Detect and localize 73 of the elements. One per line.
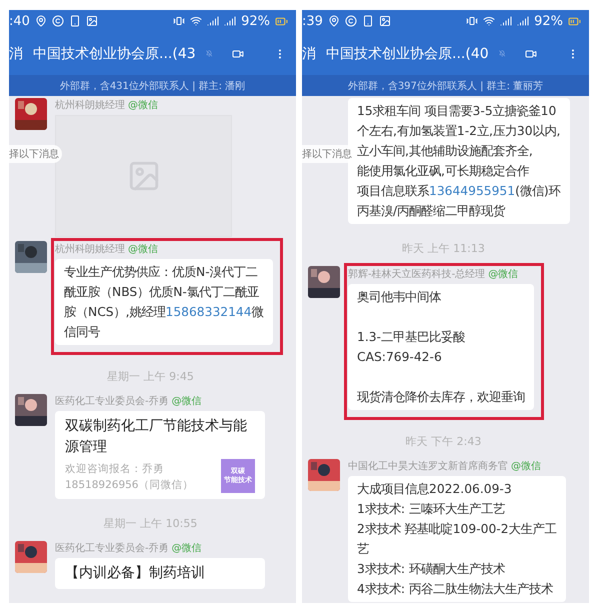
group-info: 外部群，含397位外部联系人 | 群主: 董丽芳 <box>348 80 544 92</box>
wechat-tag: @微信 <box>172 541 202 555</box>
wechat-tag: @微信 <box>128 98 158 112</box>
copyright-icon <box>52 15 64 27</box>
message-bubble[interactable]: 大成项目信息2022.06.09-3 1求技术: 三嗪环大生产工艺 2求技术 羟基吡啶109-00-2大生产工 艺 3求技术: 环磺酮大生产技术 4求技术: 丙谷二肽生物法大生产技术 <box>348 476 566 602</box>
message-text: 项目信息联系13644955951(微信)环 <box>357 183 561 200</box>
card-description: 欢迎咨询报名：乔勇 <box>65 462 165 477</box>
message-bubble[interactable]: 专业生产优势供应：优质N-溴代丁二 酰亚胺（NBS）优质N-氯代丁二酰亚 胺（NCS）,姚经理15868332144微 信同号 <box>55 259 273 345</box>
image-icon <box>378 15 391 27</box>
message-text: 2求技术 羟基吡啶109-00-2大生产工 <box>357 521 557 538</box>
message-text: 胺（NCS）,姚经理15868332144微 <box>64 304 264 321</box>
status-time: :39 <box>302 14 323 28</box>
card-title: 双碳制药化工厂节能技术与能 <box>65 417 248 436</box>
message-text: 酰亚胺（NBS）优质N-氯代丁二酰亚 <box>64 284 260 301</box>
link-card[interactable]: 【内训必备】制药培训 <box>55 558 265 589</box>
sender-name: 医药化工专业委员会-乔勇 <box>55 394 169 408</box>
location-icon <box>328 15 340 27</box>
status-time: :40 <box>9 14 30 28</box>
vibrate-icon <box>173 15 186 27</box>
image-icon <box>86 15 98 27</box>
message-text: 大成项目信息2022.06.09-3 <box>357 481 513 498</box>
back-button[interactable]: 消 <box>302 44 316 62</box>
message-text: 艺 <box>357 541 370 558</box>
chat-title: 中国技术创业协会原...(40 <box>326 44 489 62</box>
message-text: 现货清仓降价去库存，欢迎垂询 <box>357 389 525 406</box>
timestamp: 昨天 上午 11:13 <box>402 242 485 255</box>
location-icon <box>34 15 47 27</box>
battery-icon <box>568 14 581 28</box>
battery-icon <box>275 14 288 28</box>
signal-icon <box>500 15 512 27</box>
sender-name: 杭州科朗姚经理 <box>55 242 125 256</box>
message-bubble[interactable]: 奥司他韦中间体 1.3-二甲基巴比妥酸 CAS:769-42-6 现货清仓降价去库存，欢迎垂询 <box>348 284 534 410</box>
card-title: 源管理 <box>65 438 108 457</box>
signal-icon <box>517 15 530 27</box>
message-text: 丙基溴/丙酮醛缩二甲醇现货 <box>357 203 506 220</box>
message-text: 个左右,有加氢装置1-2立,压力30以内, <box>357 123 561 140</box>
message-text: 立小车间,其他辅助设施配套齐全, <box>357 143 534 160</box>
copyright-icon <box>344 15 357 27</box>
signal-icon <box>224 15 236 27</box>
phone-icon <box>362 15 374 27</box>
sender-name: 中国化工中昊大连罗文新首席商务官 <box>348 460 508 473</box>
wechat-tag: @微信 <box>128 242 158 256</box>
battery-percent: 92% <box>241 14 270 28</box>
battery-percent: 92% <box>534 14 563 28</box>
message-text: CAS:769-42-6 <box>357 349 443 366</box>
wechat-tag: @微信 <box>172 394 202 408</box>
card-description: 18518926956（同微信） <box>65 478 194 493</box>
back-button[interactable]: 消 <box>9 44 23 62</box>
message-text: 3求技术: 环磺酮大生产技术 <box>357 561 506 578</box>
phone-icon <box>68 15 81 27</box>
message-text: 能使用氯化亚砜,可长期稳定合作 <box>357 163 530 180</box>
vibrate-icon <box>466 15 478 27</box>
wechat-tag: @微信 <box>511 459 541 473</box>
timestamp: 星期一 上午 10:55 <box>104 517 198 530</box>
card-title: 【内训必备】制药培训 <box>65 564 206 583</box>
message-text: 专业生产优势供应：优质N-溴代丁二 <box>64 264 259 281</box>
timestamp: 星期一 上午 9:45 <box>107 370 194 383</box>
message-text: 1求技术: 三嗪环大生产工艺 <box>357 501 506 518</box>
select-messages-hint[interactable]: 择以下消息 <box>9 145 62 163</box>
message-text: 1.3-二甲基巴比妥酸 <box>357 329 466 346</box>
message-text: 奥司他韦中间体 <box>357 289 442 306</box>
select-messages-hint[interactable]: 择以下消息 <box>302 145 355 163</box>
sender-name: 医药化工专业委员会-乔勇 <box>55 542 169 555</box>
group-info: 外部群，含431位外部联系人 | 群主: 潘刚 <box>60 80 246 92</box>
message-text: 4求技术: 丙谷二肽生物法大生产技术 <box>357 581 554 598</box>
signal-icon <box>207 15 220 27</box>
chat-title: 中国技术创业协会原...(43 <box>33 44 196 62</box>
sender-name: 郭辉-桂林天立医药科技-总经理 <box>348 268 486 281</box>
message-text: 信同号 <box>64 324 101 341</box>
sender-name: 杭州科朗姚经理 <box>55 98 125 112</box>
wechat-tag: @微信 <box>488 267 518 281</box>
timestamp: 昨天 下午 2:43 <box>406 435 482 448</box>
message-text: 15求租车间 项目需要3-5立搪瓷釜10 <box>357 103 558 120</box>
